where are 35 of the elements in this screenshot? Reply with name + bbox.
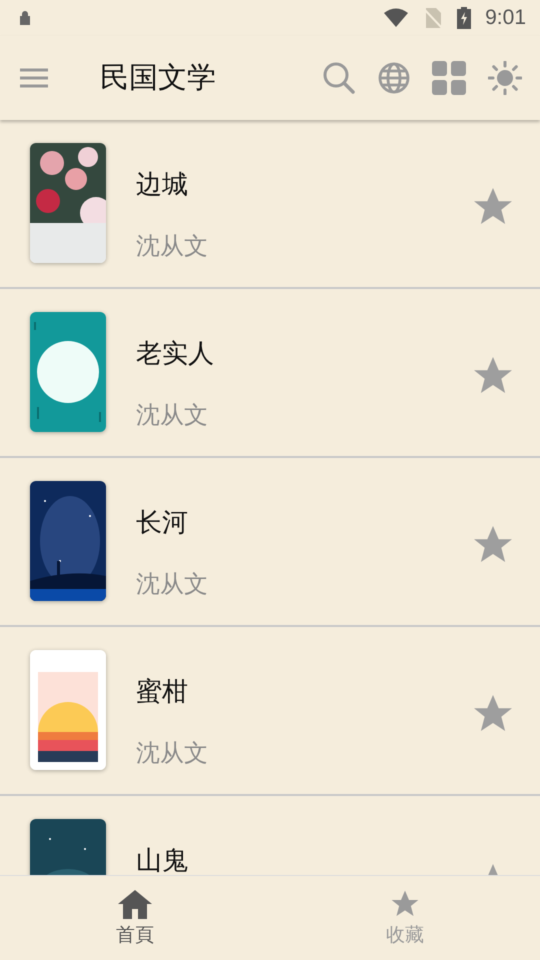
menu-icon [20, 68, 48, 88]
book-author: 沈从文 [136, 231, 209, 262]
book-list-item[interactable]: 蜜柑 沈从文 [0, 627, 540, 796]
brightness-button[interactable] [488, 61, 522, 95]
book-title: 老实人 [136, 338, 215, 371]
book-title: 长河 [136, 507, 189, 540]
clock-time: 9:01 [485, 6, 526, 30]
menu-button[interactable] [20, 68, 48, 88]
favorite-star-icon[interactable] [474, 357, 512, 393]
search-icon [322, 61, 356, 95]
app-title: 民国文学 [100, 59, 216, 96]
book-title: 山鬼 [136, 845, 189, 875]
search-button[interactable] [322, 61, 356, 95]
book-author: 沈从文 [136, 400, 209, 431]
wifi-icon [383, 8, 410, 28]
favorite-star-icon[interactable] [474, 188, 512, 224]
book-list-item[interactable]: 边城 沈从文 [0, 120, 540, 289]
no-sim-icon [423, 7, 444, 29]
book-list-item[interactable]: 长河 沈从文 [0, 458, 540, 627]
favorite-star-icon[interactable] [474, 695, 512, 731]
globe-button[interactable] [378, 62, 410, 94]
nav-tab[interactable]: 首頁 [0, 876, 270, 960]
book-list-item[interactable]: 老实人 沈从文 [0, 289, 540, 458]
book-author: 沈从文 [136, 738, 209, 769]
grid-view-button[interactable] [432, 61, 466, 95]
globe-icon [378, 62, 410, 94]
favorite-star-icon[interactable] [474, 526, 512, 562]
home-icon [117, 888, 153, 920]
book-title: 蜜柑 [136, 676, 189, 709]
lock-icon [18, 10, 32, 26]
book-author: 沈从文 [136, 569, 209, 600]
battery-icon [457, 7, 472, 29]
book-title: 边城 [136, 169, 189, 202]
grid-icon [432, 61, 466, 95]
sun-icon [488, 61, 522, 95]
